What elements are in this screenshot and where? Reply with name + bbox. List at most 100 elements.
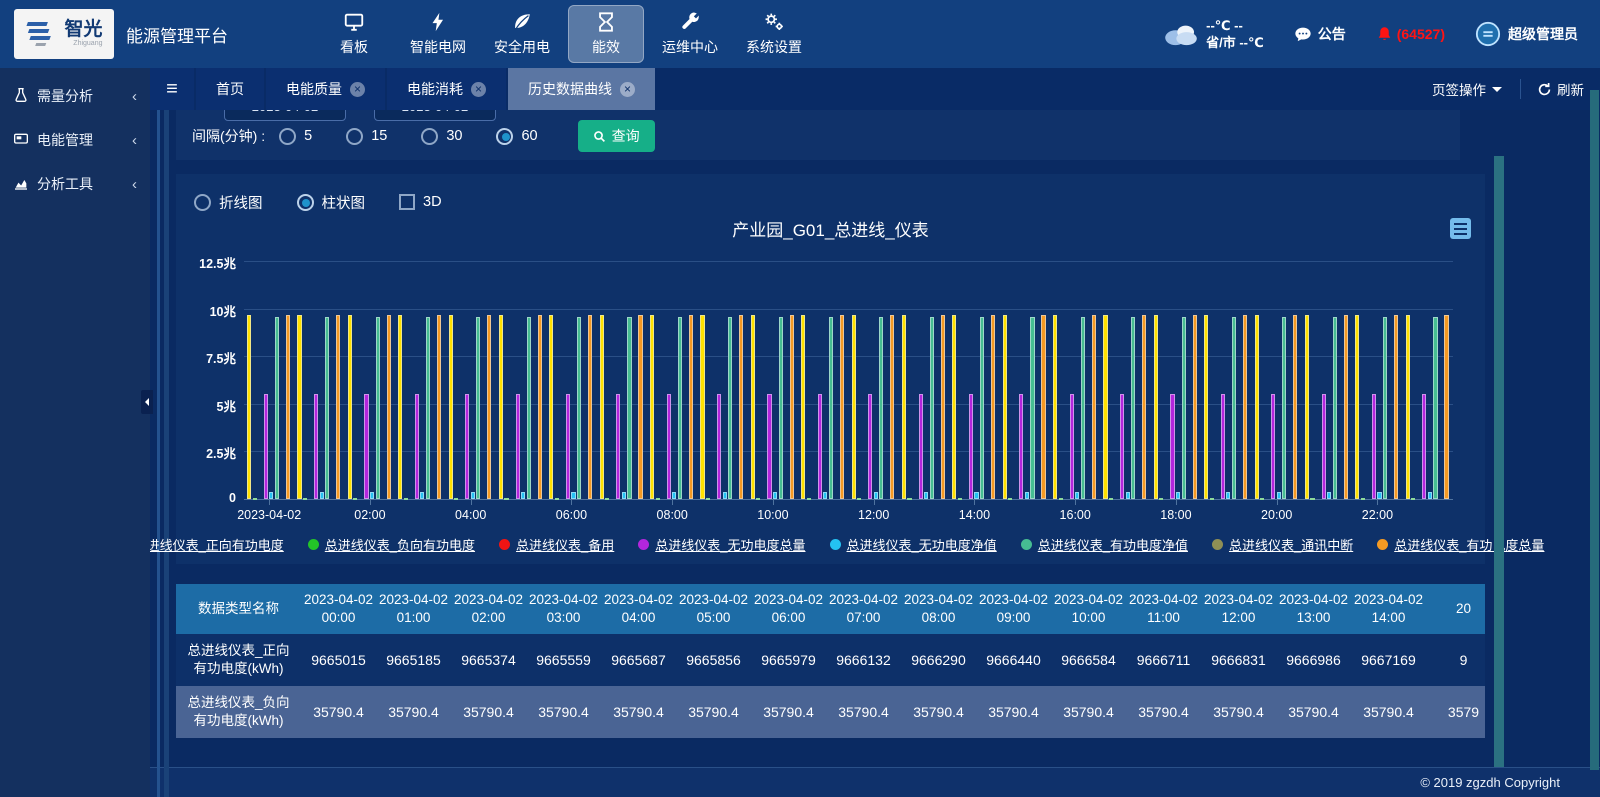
bar [516,394,520,499]
sidebar-item-2[interactable]: 电能管理‹ [0,118,150,162]
interval-label: 间隔(分钟) : [192,126,265,146]
nav-item-3[interactable]: 安全用电 [484,5,560,63]
brand-logo[interactable]: 智光 Zhiguang [14,9,114,59]
radio-label: 30 [446,128,462,144]
legend-item-5[interactable]: 总进线仪表_无功电度净值 [830,535,997,554]
tab-1[interactable]: 首页 [196,68,264,110]
user-menu[interactable]: 超级管理员 [1475,21,1578,47]
tab-close-icon[interactable]: × [471,82,486,97]
legend-item-7[interactable]: 总进线仪表_通讯中断 [1212,535,1353,554]
tab-4[interactable]: 历史数据曲线× [508,68,655,110]
tab-2[interactable]: 电能质量× [266,68,385,110]
radio-icon [346,128,363,145]
radio-label: 60 [521,128,537,144]
bar [398,315,402,499]
interval-radio-15[interactable]: 15 [346,128,387,145]
bar [1444,315,1448,499]
chart-option-2[interactable]: 柱状图 [297,192,366,213]
sidebar-item-3[interactable]: 分析工具‹ [0,162,150,206]
nav-item-5[interactable]: 运维中心 [652,5,728,63]
chart-option-1[interactable]: 折线图 [194,192,263,213]
logo-text: 智光 [64,19,102,40]
table-column-header: 2023-04-0209:00 [976,584,1051,634]
chart-option-3[interactable]: 3D [399,194,442,210]
user-name: 超级管理员 [1508,24,1578,44]
nav-item-label: 看板 [340,37,368,57]
bar [471,492,475,499]
nav-item-label: 运维中心 [662,37,718,57]
legend-dot [1021,539,1032,550]
legend-item-1[interactable]: 总进线仪表_正向有功电度 [150,535,284,554]
nav-item-2[interactable]: 智能电网 [400,5,476,63]
sidebar-collapse-handle[interactable] [141,390,153,414]
tab-3[interactable]: 电能消耗× [387,68,506,110]
bar [656,498,660,500]
wrench-icon [679,11,701,33]
x-axis-label: 18:00 [1131,508,1221,522]
legend-item-2[interactable]: 总进线仪表_负向有功电度 [308,535,475,554]
bar [1030,317,1034,499]
weather-temp: --℃ -- [1206,17,1264,34]
refresh-button[interactable]: 刷新 [1521,79,1600,99]
bar [616,394,620,499]
x-axis-label: 14:00 [929,508,1019,522]
content-scrollbar[interactable] [1494,156,1504,767]
interval-radio-5[interactable]: 5 [279,128,312,145]
top-header: 智光 Zhiguang 能源管理平台 看板智能电网安全用电能效运维中心系统设置 … [0,0,1600,68]
sidebar-item-1[interactable]: 需量分析‹ [0,74,150,118]
legend-item-6[interactable]: 总进线仪表_有功电度净值 [1021,535,1188,554]
bar [1277,492,1281,499]
alarm-button[interactable]: (64527) [1376,25,1445,43]
nav-item-4[interactable]: 能效 [568,5,644,63]
legend-item-8[interactable]: 总进线仪表_有功电度总量 [1377,535,1544,554]
table-cell: 9666440 [976,634,1051,686]
bar [823,492,827,499]
bar [767,394,771,499]
bar [1327,492,1331,499]
x-axis-label: 16:00 [1030,508,1120,522]
table-row-label: 总进线仪表_正向有功电度(kWh) [176,634,301,686]
table-column-header: 2023-04-0203:00 [526,584,601,634]
legend-item-4[interactable]: 总进线仪表_无功电度总量 [638,535,805,554]
monitor-icon [343,11,365,33]
bar [941,315,945,499]
search-button[interactable]: 查询 [578,120,655,152]
interval-row: 间隔(分钟) : 5 15 30 60 查询 [192,120,655,152]
bolt-icon [427,11,449,33]
table-column-header: 2023-04-0208:00 [901,584,976,634]
bar [622,492,626,499]
nav-item-1[interactable]: 看板 [316,5,392,63]
bar [840,315,844,499]
notice-button[interactable]: 公告 [1294,24,1346,44]
chart-context-menu-icon[interactable] [1450,218,1471,239]
table-cell: 9666290 [901,634,976,686]
legend-item-3[interactable]: 总进线仪表_备用 [499,535,614,554]
table-cell: 9666831 [1201,634,1276,686]
table-panel: 数据类型名称2023-04-0200:002023-04-0201:002023… [176,584,1485,738]
bar [1428,492,1432,499]
tab-actions-dropdown[interactable]: 页签操作 [1414,79,1520,99]
bar [1377,492,1381,499]
nav-item-6[interactable]: 系统设置 [736,5,812,63]
page-scrollbar[interactable] [1590,90,1599,770]
interval-radio-30[interactable]: 30 [421,128,462,145]
bar [728,317,732,499]
nav-item-label: 能效 [592,37,620,57]
bar [1131,317,1135,499]
bar [1204,315,1208,499]
menu-toggle-icon[interactable]: ≡ [150,68,194,110]
bar [1260,498,1264,500]
table-cell: 9665979 [751,634,826,686]
radio-icon [421,128,438,145]
display-icon [13,131,29,150]
tab-close-icon[interactable]: × [350,82,365,97]
bar [1176,492,1180,499]
bar [314,394,318,499]
tab-close-icon[interactable]: × [620,82,635,97]
table-cell: 35790.4 [676,686,751,738]
bar [751,315,755,499]
interval-radio-60[interactable]: 60 [496,128,537,145]
bar [1293,315,1297,499]
table-cell: 35790.4 [1351,686,1426,738]
table-cell: 35790.4 [901,686,976,738]
